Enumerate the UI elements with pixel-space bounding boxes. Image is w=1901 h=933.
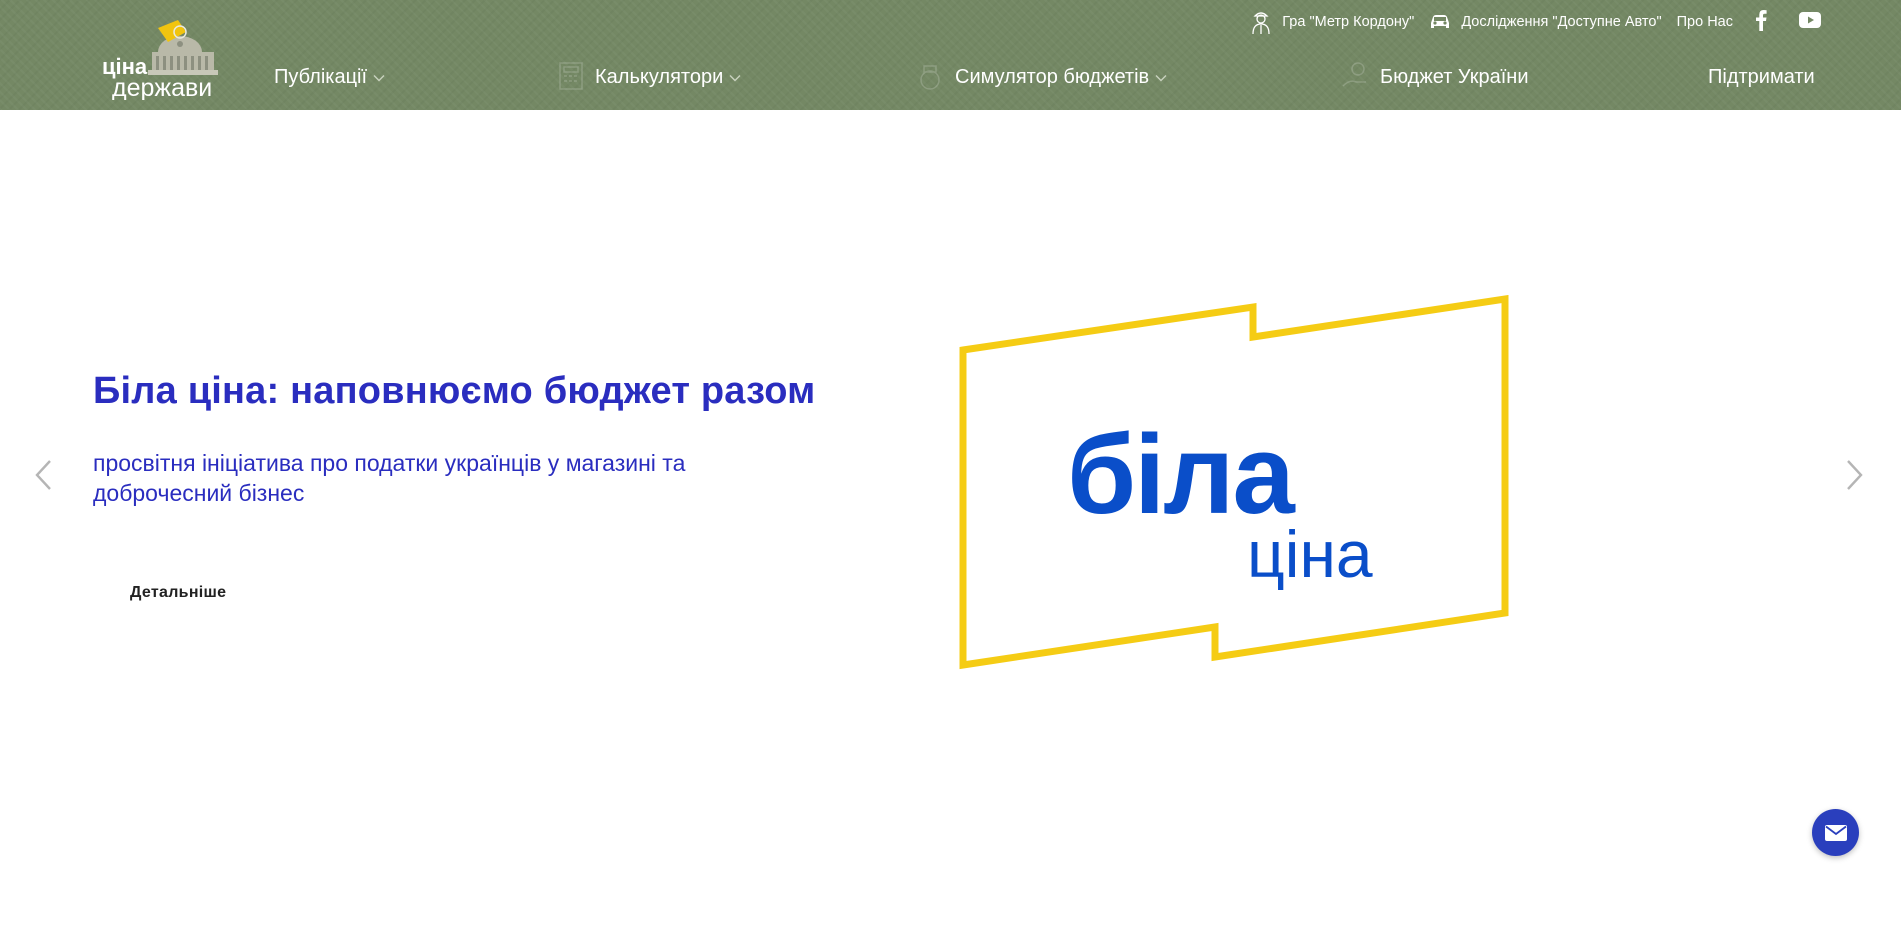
envelope-icon [1824,824,1847,841]
nav-calculators-label: Калькулятори [595,66,724,88]
site-header: ціна держави Гра "Метр Кордону" Дослідже… [0,0,1901,110]
svg-text:ціна: ціна [1247,517,1373,591]
chevron-right-icon [1847,460,1863,490]
contact-mail-button[interactable] [1812,809,1859,856]
hero-subtitle: просвітня ініціатива про податки українц… [93,450,686,506]
hero-slider: Біла ціна: наповнюємо бюджет разом просв… [0,110,1901,933]
nav-budget-simulator-label: Симулятор бюджетів [955,66,1150,88]
research-link-label: Дослідження "Доступне Авто" [1461,14,1662,30]
calculator-icon [559,62,583,90]
car-icon [1429,10,1451,34]
about-link[interactable]: Про Нас [1677,14,1733,30]
about-link-label: Про Нас [1676,14,1733,30]
nav-budget-ukraine-label: Бюджет України [1380,66,1529,88]
nav-support[interactable]: Підтримати [1708,66,1815,89]
youtube-link[interactable] [1799,12,1821,32]
game-link[interactable]: Гра "Метр Кордону" [1250,10,1415,35]
nav-budget-simulator[interactable]: Симулятор бюджетів [955,66,1167,89]
bila-tsina-logo: біла ціна [959,295,1509,670]
slider-prev-button[interactable] [28,450,58,500]
nav-budget-ukraine[interactable]: Бюджет України [1380,66,1529,89]
main-navigation: Публікації Калькулятори Симулятор бюджет… [0,62,1901,94]
facebook-link[interactable] [1755,9,1767,35]
facebook-icon [1755,9,1767,35]
slider-next-button[interactable] [1840,450,1870,500]
details-button[interactable]: Детальніше [130,584,226,602]
soldier-icon [1250,10,1272,35]
money-hand-icon [1342,62,1366,87]
chevron-down-icon [373,74,385,81]
research-link[interactable]: Дослідження "Доступне Авто" [1429,10,1662,34]
game-link-label: Гра "Метр Кордону" [1282,14,1415,30]
nav-publications-label: Публікації [274,66,368,88]
hero-title: Біла ціна: наповнюємо бюджет разом [93,370,816,412]
chevron-down-icon [729,74,741,81]
chevron-down-icon [1155,74,1167,81]
youtube-icon [1799,12,1821,32]
simulator-icon [920,65,940,90]
chevron-left-icon [35,460,51,490]
nav-publications[interactable]: Публікації [274,66,385,89]
nav-support-label: Підтримати [1708,66,1815,88]
top-utility-bar: Гра "Метр Кордону" Дослідження "Доступне… [1250,9,1821,35]
nav-calculators[interactable]: Калькулятори [595,66,741,89]
